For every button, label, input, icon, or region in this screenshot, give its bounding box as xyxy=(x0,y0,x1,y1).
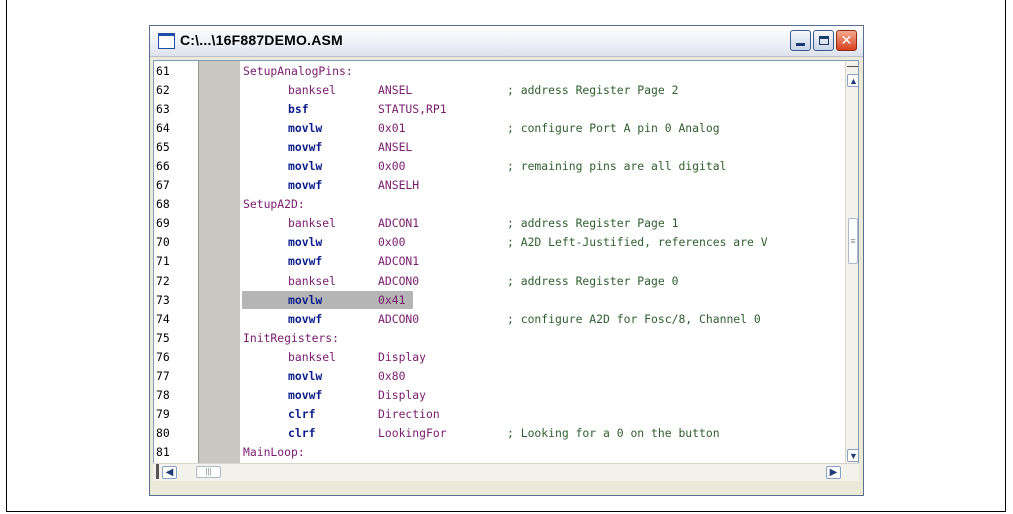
maximize-button[interactable] xyxy=(813,30,834,51)
grip-icon xyxy=(847,66,858,67)
scroll-right-button[interactable]: ▶ xyxy=(826,466,841,479)
window-title: C:\...\16F887DEMO.ASM xyxy=(180,32,343,48)
code-editor[interactable]: 61 SetupAnalogPins: 62 banksel ANSEL ; addres… xyxy=(153,60,859,480)
line-number: 71 xyxy=(156,254,170,269)
vertical-scroll-thumb[interactable]: ≡ xyxy=(848,218,858,264)
opcode: movlw xyxy=(288,235,323,250)
opcode: banksel xyxy=(288,349,337,364)
opcode: movwf xyxy=(288,254,323,269)
line-number: 66 xyxy=(156,159,170,174)
line-number: 74 xyxy=(156,311,170,326)
document-icon xyxy=(158,33,175,49)
line-number: 62 xyxy=(156,83,170,98)
operand: ADCON0 xyxy=(378,311,420,326)
code-label: SetupAnalogPins: xyxy=(243,64,353,78)
line-number: 80 xyxy=(156,425,170,440)
operand: Display xyxy=(378,349,427,364)
line-number: 65 xyxy=(156,140,170,155)
operand: ANSELH xyxy=(378,178,420,193)
operand: Direction xyxy=(378,406,440,421)
opcode: banksel xyxy=(288,273,337,288)
scroll-down-icon: ▼ xyxy=(849,450,858,461)
line-number: 68 xyxy=(156,197,170,212)
comment: ; remaining pins are all digital xyxy=(507,159,727,174)
minimize-button[interactable] xyxy=(790,30,811,51)
line-number: 67 xyxy=(156,178,170,193)
opcode: banksel xyxy=(288,216,337,231)
opcode: movlw xyxy=(288,121,323,136)
line-number: 75 xyxy=(156,330,170,345)
horizontal-scrollbar[interactable] xyxy=(153,463,859,481)
title-bar[interactable]: C:\...\16F887DEMO.ASM ✕ xyxy=(150,26,863,57)
code-label: InitRegisters: xyxy=(243,330,340,345)
operand: 0x00 xyxy=(378,235,406,250)
operand: ADCON1 xyxy=(378,254,420,269)
line-number: 69 xyxy=(156,216,170,231)
comment: ; address Register Page 2 xyxy=(507,83,679,98)
comment: ; A2D Left-Justified, references are V xyxy=(507,235,768,250)
line-number: 63 xyxy=(156,102,170,117)
scroll-down-button[interactable]: ▼ xyxy=(847,449,858,462)
operand: ANSEL xyxy=(378,83,413,98)
scroll-left-button[interactable]: ◀ xyxy=(162,466,177,479)
code-label: SetupA2D: xyxy=(243,197,305,212)
minimize-icon xyxy=(796,43,805,46)
maximize-icon xyxy=(818,36,829,45)
operand: ANSEL xyxy=(378,140,413,155)
line-number: 61 xyxy=(156,64,170,78)
scroll-up-button[interactable]: ▲ xyxy=(847,74,858,87)
horizontal-scroll-thumb[interactable]: ||| xyxy=(196,466,221,478)
scroll-right-icon: ▶ xyxy=(829,467,838,478)
comment: ; address Register Page 0 xyxy=(507,273,679,288)
opcode: movwf xyxy=(288,387,323,402)
operand: LookingFor xyxy=(378,425,447,440)
comment: ; Looking for a 0 on the button xyxy=(507,425,720,440)
line-number: 76 xyxy=(156,349,170,364)
editor-window: C:\...\16F887DEMO.ASM ✕ 61 SetupAnalogPin… xyxy=(149,25,864,496)
comment: ; address Register Page 1 xyxy=(507,216,679,231)
split-handle[interactable] xyxy=(156,464,159,479)
line-number: 79 xyxy=(156,406,170,421)
operand: STATUS,RP1 xyxy=(378,102,447,117)
scroll-left-icon: ◀ xyxy=(165,467,174,478)
operand: Display xyxy=(378,387,427,402)
line-number: 73 xyxy=(156,292,170,307)
scroll-up-icon: ▲ xyxy=(849,75,858,86)
operand: 0x80 xyxy=(378,368,406,383)
opcode: movwf xyxy=(288,140,323,155)
operand: 0x01 xyxy=(378,121,406,136)
operand: ADCON1 xyxy=(378,216,420,231)
line-number: 81 xyxy=(156,444,170,459)
comment: ; configure A2D for Fosc/8, Channel 0 xyxy=(507,311,761,326)
opcode: movlw xyxy=(288,159,323,174)
opcode: clrf xyxy=(288,425,316,440)
line-number: 72 xyxy=(156,273,170,288)
operand: 0x00 xyxy=(378,159,406,174)
opcode: clrf xyxy=(288,406,316,421)
opcode: bsf xyxy=(288,102,309,117)
line-number: 78 xyxy=(156,387,170,402)
close-icon: ✕ xyxy=(840,32,853,49)
opcode: movwf xyxy=(288,178,323,193)
line-number: 64 xyxy=(156,121,170,136)
opcode: movlw xyxy=(288,368,323,383)
close-button[interactable]: ✕ xyxy=(836,30,857,51)
comment: ; configure Port A pin 0 Analog xyxy=(507,121,720,136)
operand: 0x41 xyxy=(378,292,406,307)
opcode: movwf xyxy=(288,311,323,326)
code-label: MainLoop: xyxy=(243,444,305,459)
operand: ADCON0 xyxy=(378,273,420,288)
opcode: banksel xyxy=(288,83,337,98)
line-number: 77 xyxy=(156,368,170,383)
opcode: movlw xyxy=(288,292,323,307)
line-number: 70 xyxy=(156,235,170,250)
